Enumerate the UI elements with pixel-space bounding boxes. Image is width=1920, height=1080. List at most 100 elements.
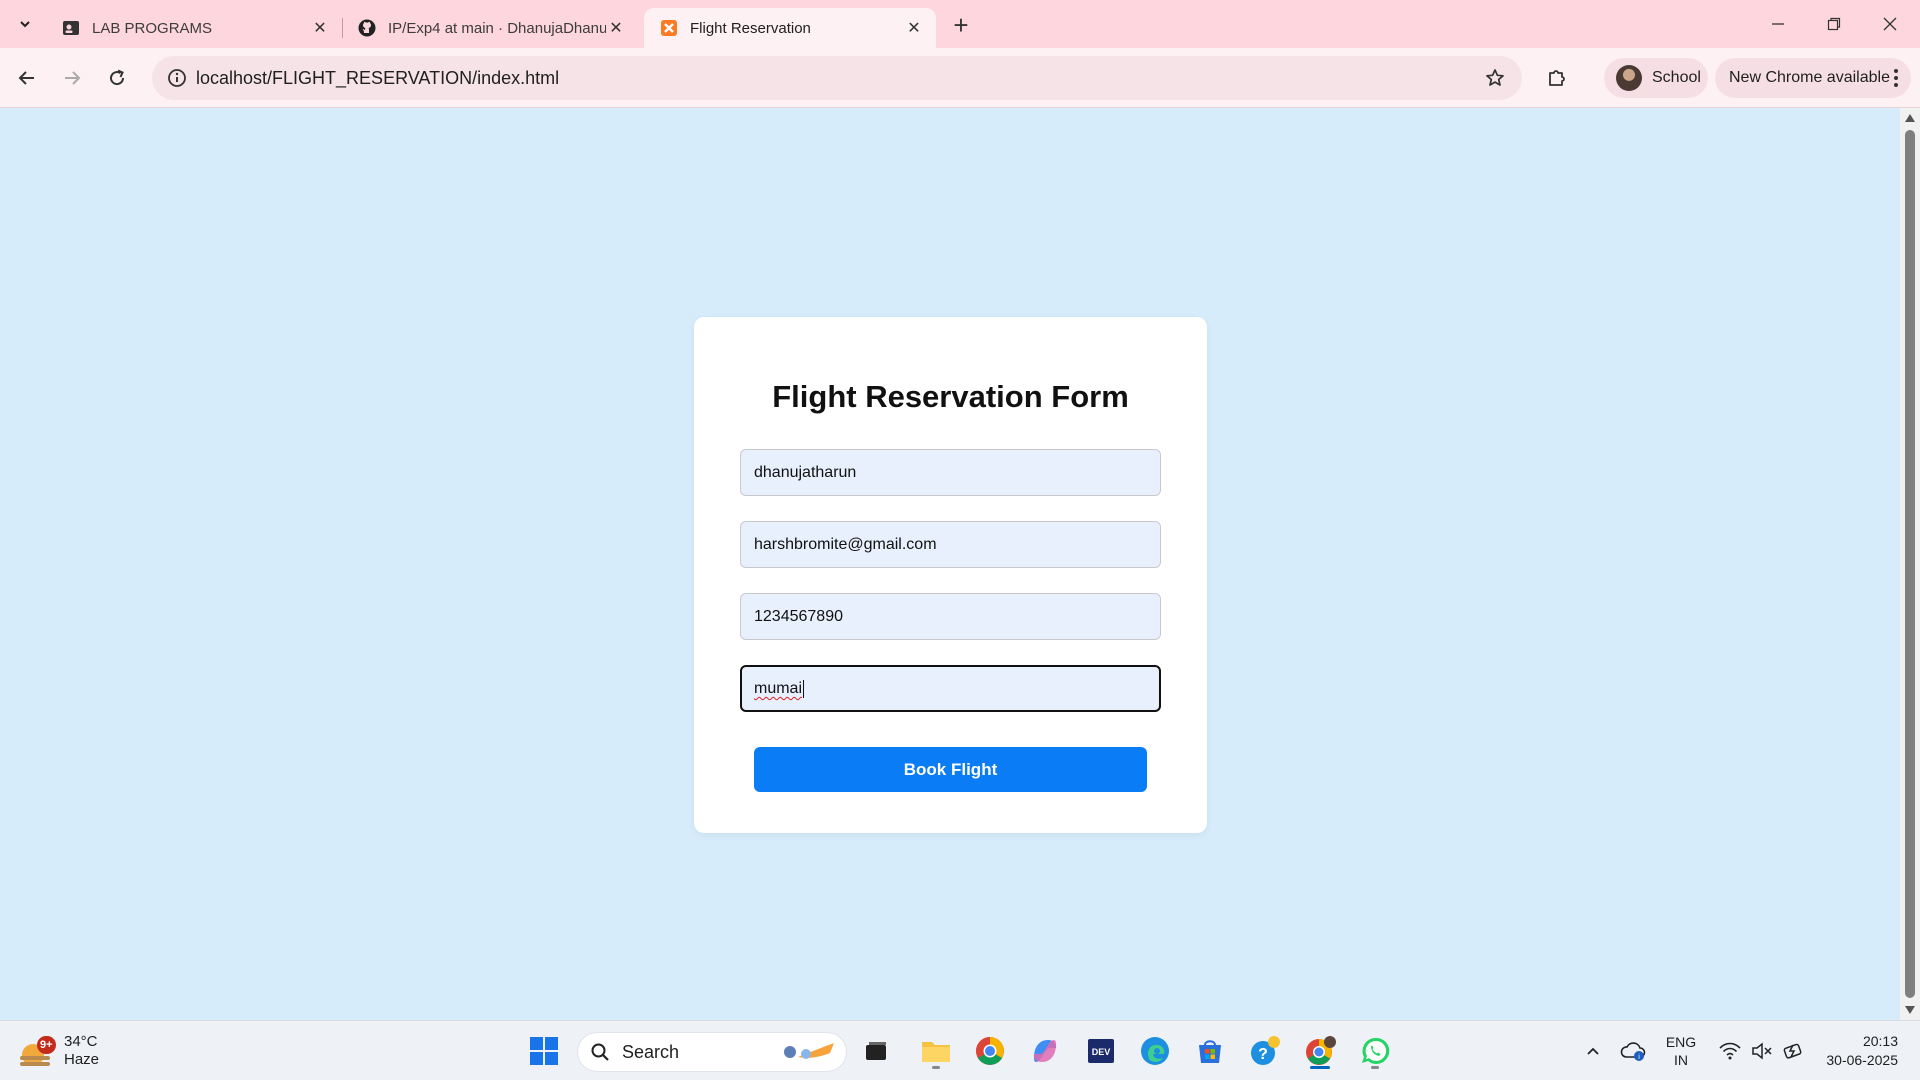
taskbar: 9+ 34°C Haze Search DEV ? i ENG IN 20:13… bbox=[0, 1020, 1920, 1080]
address-bar[interactable]: localhost/FLIGHT_RESERVATION/index.html bbox=[152, 56, 1522, 100]
tab-flight-reservation[interactable]: Flight Reservation ✕ bbox=[644, 8, 936, 48]
tab-title: IP/Exp4 at main · DhanujaDhanu bbox=[388, 19, 606, 37]
profile-label: School bbox=[1652, 69, 1701, 86]
email-value: harshbromite@gmail.com bbox=[754, 536, 937, 553]
taskbar-chrome[interactable] bbox=[970, 1031, 1010, 1071]
site-info-button[interactable] bbox=[162, 63, 192, 93]
tab-title: Flight Reservation bbox=[690, 19, 811, 37]
taskbar-store[interactable] bbox=[1190, 1031, 1230, 1071]
taskbar-whatsapp[interactable] bbox=[1355, 1031, 1395, 1071]
chrome-icon bbox=[976, 1037, 1004, 1065]
taskbar-file-explorer[interactable] bbox=[916, 1031, 956, 1071]
search-icon bbox=[591, 1043, 609, 1061]
taskbar-edge[interactable] bbox=[1135, 1031, 1175, 1071]
language-code: ENG bbox=[1665, 1034, 1697, 1050]
clock[interactable]: 20:13 30-06-2025 bbox=[1814, 1021, 1898, 1080]
edge-icon bbox=[1141, 1037, 1169, 1065]
minimize-button[interactable] bbox=[1750, 0, 1806, 48]
task-view-icon bbox=[866, 1042, 886, 1060]
svg-text:?: ? bbox=[1258, 1046, 1268, 1063]
page-viewport: Flight Reservation Form dhanujatharun ha… bbox=[0, 108, 1900, 1020]
taskbar-chrome-profile[interactable] bbox=[1300, 1031, 1340, 1071]
forward-button[interactable] bbox=[55, 61, 89, 95]
tab-title: LAB PROGRAMS bbox=[92, 19, 213, 37]
copilot-icon bbox=[1033, 1040, 1057, 1062]
taskbar-task-view[interactable] bbox=[856, 1031, 896, 1071]
active-indicator bbox=[1310, 1066, 1330, 1069]
destination-input[interactable]: mumai bbox=[740, 665, 1161, 712]
taskbar-copilot[interactable] bbox=[1025, 1031, 1065, 1071]
reload-icon bbox=[110, 69, 125, 86]
reservation-card: Flight Reservation Form dhanujatharun ha… bbox=[694, 317, 1207, 833]
reload-button[interactable] bbox=[100, 61, 134, 95]
name-input[interactable]: dhanujatharun bbox=[740, 449, 1161, 496]
taskbar-dev-app[interactable]: DEV bbox=[1081, 1031, 1121, 1071]
taskbar-help[interactable]: ? bbox=[1245, 1031, 1285, 1071]
clock-date: 30-06-2025 bbox=[1826, 1052, 1898, 1068]
show-hidden-icons-button[interactable] bbox=[1578, 1021, 1608, 1080]
close-icon[interactable]: ✕ bbox=[606, 18, 626, 38]
avatar bbox=[1616, 65, 1642, 91]
browser-toolbar: localhost/FLIGHT_RESERVATION/index.html … bbox=[0, 48, 1920, 108]
close-icon[interactable]: ✕ bbox=[904, 18, 924, 38]
running-indicator bbox=[1371, 1066, 1379, 1069]
haze-weather-icon: 9+ bbox=[20, 1036, 56, 1066]
new-tab-button[interactable]: + bbox=[946, 10, 976, 40]
svg-text:DEV: DEV bbox=[1092, 1047, 1111, 1057]
onedrive-tray[interactable]: i bbox=[1616, 1021, 1650, 1080]
scroll-up-icon[interactable] bbox=[1905, 114, 1915, 122]
search-highlight-icon bbox=[780, 1039, 836, 1065]
kebab-menu-icon[interactable] bbox=[1893, 69, 1899, 87]
tab-search-button[interactable] bbox=[10, 9, 40, 39]
url-text[interactable]: localhost/FLIGHT_RESERVATION/index.html bbox=[196, 68, 559, 89]
arrow-left-icon bbox=[18, 71, 34, 85]
restore-button[interactable] bbox=[1806, 0, 1862, 48]
arrow-right-icon bbox=[65, 71, 81, 85]
chevron-down-icon bbox=[20, 21, 30, 28]
form-title: Flight Reservation Form bbox=[772, 379, 1129, 414]
bookmark-button[interactable] bbox=[1482, 65, 1508, 91]
plus-icon: + bbox=[953, 9, 969, 40]
notification-badge: 9+ bbox=[37, 1036, 56, 1054]
restore-icon bbox=[1827, 17, 1841, 31]
dev-app-icon: DEV bbox=[1088, 1039, 1114, 1063]
close-window-button[interactable] bbox=[1862, 0, 1918, 48]
volume-muted-icon bbox=[1752, 1042, 1772, 1060]
windows-logo-icon bbox=[530, 1037, 558, 1065]
scroll-down-icon[interactable] bbox=[1905, 1006, 1915, 1014]
star-icon bbox=[1486, 69, 1504, 86]
weather-widget[interactable]: 9+ 34°C Haze bbox=[20, 1029, 99, 1073]
back-button[interactable] bbox=[10, 61, 44, 95]
weather-condition: Haze bbox=[64, 1051, 100, 1068]
puzzle-icon bbox=[1549, 70, 1565, 86]
chrome-update-button[interactable]: New Chrome available bbox=[1715, 58, 1911, 98]
tab-github[interactable]: IP/Exp4 at main · DhanujaDhanu ✕ bbox=[342, 8, 638, 48]
tab-lab-programs[interactable]: LAB PROGRAMS ✕ bbox=[46, 8, 342, 48]
update-label: New Chrome available bbox=[1729, 69, 1890, 86]
vertical-scrollbar[interactable] bbox=[1900, 108, 1920, 1020]
chevron-up-icon bbox=[1587, 1047, 1599, 1055]
search-label: Search bbox=[622, 1041, 680, 1062]
book-flight-button[interactable]: Book Flight bbox=[754, 747, 1147, 792]
running-indicator bbox=[932, 1066, 940, 1069]
phone-input[interactable]: 1234567890 bbox=[740, 593, 1161, 640]
destination-value: mumai bbox=[754, 680, 803, 697]
phone-value: 1234567890 bbox=[754, 608, 843, 625]
extensions-button[interactable] bbox=[1540, 61, 1574, 95]
text-caret bbox=[803, 679, 805, 698]
name-value: dhanujatharun bbox=[754, 464, 857, 481]
start-button[interactable] bbox=[524, 1031, 564, 1071]
close-icon bbox=[1883, 17, 1897, 31]
xampp-icon bbox=[660, 19, 678, 37]
help-icon: ? bbox=[1251, 1036, 1280, 1065]
github-icon bbox=[358, 19, 376, 37]
weather-temperature: 34°C bbox=[64, 1033, 98, 1050]
taskbar-search[interactable]: Search bbox=[577, 1032, 847, 1072]
profile-button[interactable]: School bbox=[1604, 58, 1708, 98]
scrollbar-thumb[interactable] bbox=[1905, 130, 1915, 998]
cloud-icon: i bbox=[1620, 1042, 1646, 1061]
language-indicator[interactable]: ENG IN bbox=[1660, 1021, 1702, 1080]
quick-settings[interactable] bbox=[1712, 1021, 1812, 1080]
close-icon[interactable]: ✕ bbox=[310, 18, 330, 38]
email-input[interactable]: harshbromite@gmail.com bbox=[740, 521, 1161, 568]
